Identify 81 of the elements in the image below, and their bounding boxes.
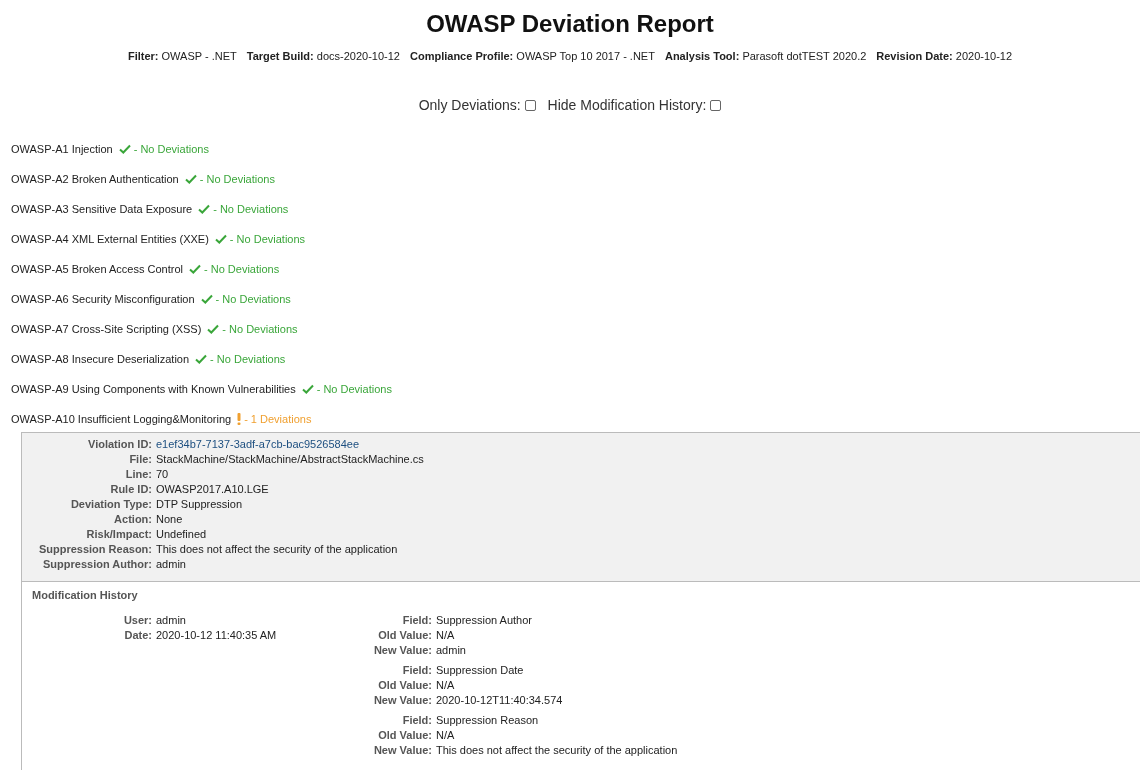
field-label: Old Value: — [377, 678, 432, 693]
history-title: Modification History — [32, 588, 139, 602]
field-value: 2020-10-12T11:40:34.574 — [436, 693, 563, 708]
category-status: - 1 Deviations — [244, 413, 312, 425]
report-meta: Target Build: docs-2020-10-12 — [246, 49, 400, 63]
category-status: - No Deviations — [204, 263, 280, 275]
field-value: OWASP2017.A10.LGE — [156, 482, 270, 497]
field-value: Suppression Date — [436, 663, 525, 678]
field-label: New Value: — [372, 743, 432, 758]
report-title: OWASP Deviation Report — [425, 10, 715, 38]
category-status: - No Deviations — [213, 203, 289, 215]
field-value: N/A — [436, 678, 456, 693]
checkmark-icon — [207, 324, 220, 334]
field-label: Old Value: — [377, 628, 432, 643]
field-value: admin — [436, 643, 467, 658]
category-name: OWASP-A6 Security Misconfiguration — [11, 293, 195, 305]
field-value: N/A — [436, 628, 456, 643]
field-label: Rule ID: — [109, 482, 152, 497]
report-meta: Analysis Tool: Parasoft dotTEST 2020.2 — [664, 49, 867, 63]
field-label: Suppression Author: — [42, 557, 152, 572]
category-name: OWASP-A2 Broken Authentication — [11, 173, 179, 185]
report-meta: Compliance Profile: OWASP Top 10 2017 - .NET — [410, 49, 655, 63]
field-value: N/A — [436, 728, 456, 743]
category-status: - No Deviations — [316, 383, 392, 395]
category-name: OWASP-A10 Insufficient Logging&Monitoring — [11, 413, 232, 425]
field-label: Field: — [401, 663, 432, 678]
field-value: StackMachine/StackMachine/AbstractStackMachine.cs — [156, 452, 424, 467]
checkbox[interactable] — [524, 99, 536, 111]
field-value: Suppression Reason — [436, 713, 540, 728]
report-meta: Revision Date: 2020-10-12 — [876, 49, 1013, 63]
field-label: Field: — [401, 713, 432, 728]
field-label: Risk/Impact: — [85, 527, 152, 542]
category-status: - No Deviations — [222, 323, 298, 335]
category-name: OWASP-A3 Sensitive Data Exposure — [11, 203, 193, 215]
field-value: This does not affect the security of the application — [436, 743, 678, 758]
field-value: None — [156, 512, 184, 527]
category-status: - No Deviations — [133, 143, 209, 155]
checkbox[interactable] — [710, 99, 722, 111]
violation-id-link[interactable]: e1ef34b7-7137-3adf-a7cb-bac9526584ee — [156, 437, 424, 452]
field-label: Field: — [401, 613, 432, 628]
exclamation-icon — [237, 413, 242, 425]
field-value: 70 — [156, 467, 170, 482]
checkmark-icon — [200, 294, 213, 304]
checkmark-icon — [214, 234, 227, 244]
checkmark-icon — [195, 354, 208, 364]
checkmark-icon — [189, 264, 201, 274]
field-value: This does not affect the security of the application — [156, 542, 399, 557]
field-label: Suppression Reason: — [37, 542, 152, 557]
option-label: Only Deviations: — [418, 96, 521, 114]
field-label: Deviation Type: — [69, 497, 152, 512]
checkmark-icon — [118, 144, 131, 154]
category-name: OWASP-A5 Broken Access Control — [11, 263, 183, 275]
field-value: Suppression Author — [436, 613, 532, 628]
field-label: File: — [128, 452, 152, 467]
checkmark-icon — [198, 204, 211, 214]
field-label: User: — [122, 613, 152, 628]
field-value: admin — [156, 557, 187, 572]
option-label: Hide Modification History: — [547, 96, 707, 114]
field-label: Line: — [124, 467, 152, 482]
field-value: DTP Suppression — [156, 497, 243, 512]
category-name: OWASP-A9 Using Components with Known Vulnerabilities — [11, 383, 296, 395]
report-meta: Filter: OWASP - .NET — [127, 49, 237, 63]
field-label: New Value: — [372, 643, 432, 658]
field-label: Violation ID: — [87, 437, 152, 452]
field-label: Old Value: — [377, 728, 432, 743]
field-label: Date: — [123, 628, 152, 643]
category-status: - No Deviations — [210, 353, 286, 365]
field-value: admin — [156, 613, 187, 628]
category-name: OWASP-A8 Insecure Deserialization — [11, 353, 190, 365]
category-name: OWASP-A1 Injection — [11, 143, 113, 155]
field-label: New Value: — [372, 693, 432, 708]
checkmark-icon — [301, 384, 314, 394]
category-status: - No Deviations — [229, 233, 306, 245]
checkmark-icon — [184, 174, 197, 184]
category-status: - No Deviations — [215, 293, 291, 305]
category-name: OWASP-A4 XML External Entities (XXE) — [11, 233, 209, 245]
field-label: Action: — [113, 512, 152, 527]
field-value: Undefined — [156, 527, 208, 542]
category-name: OWASP-A7 Cross-Site Scripting (XSS) — [11, 323, 202, 335]
category-status: - No Deviations — [199, 173, 275, 185]
field-value: 2020-10-12 11:40:35 AM — [156, 628, 277, 643]
